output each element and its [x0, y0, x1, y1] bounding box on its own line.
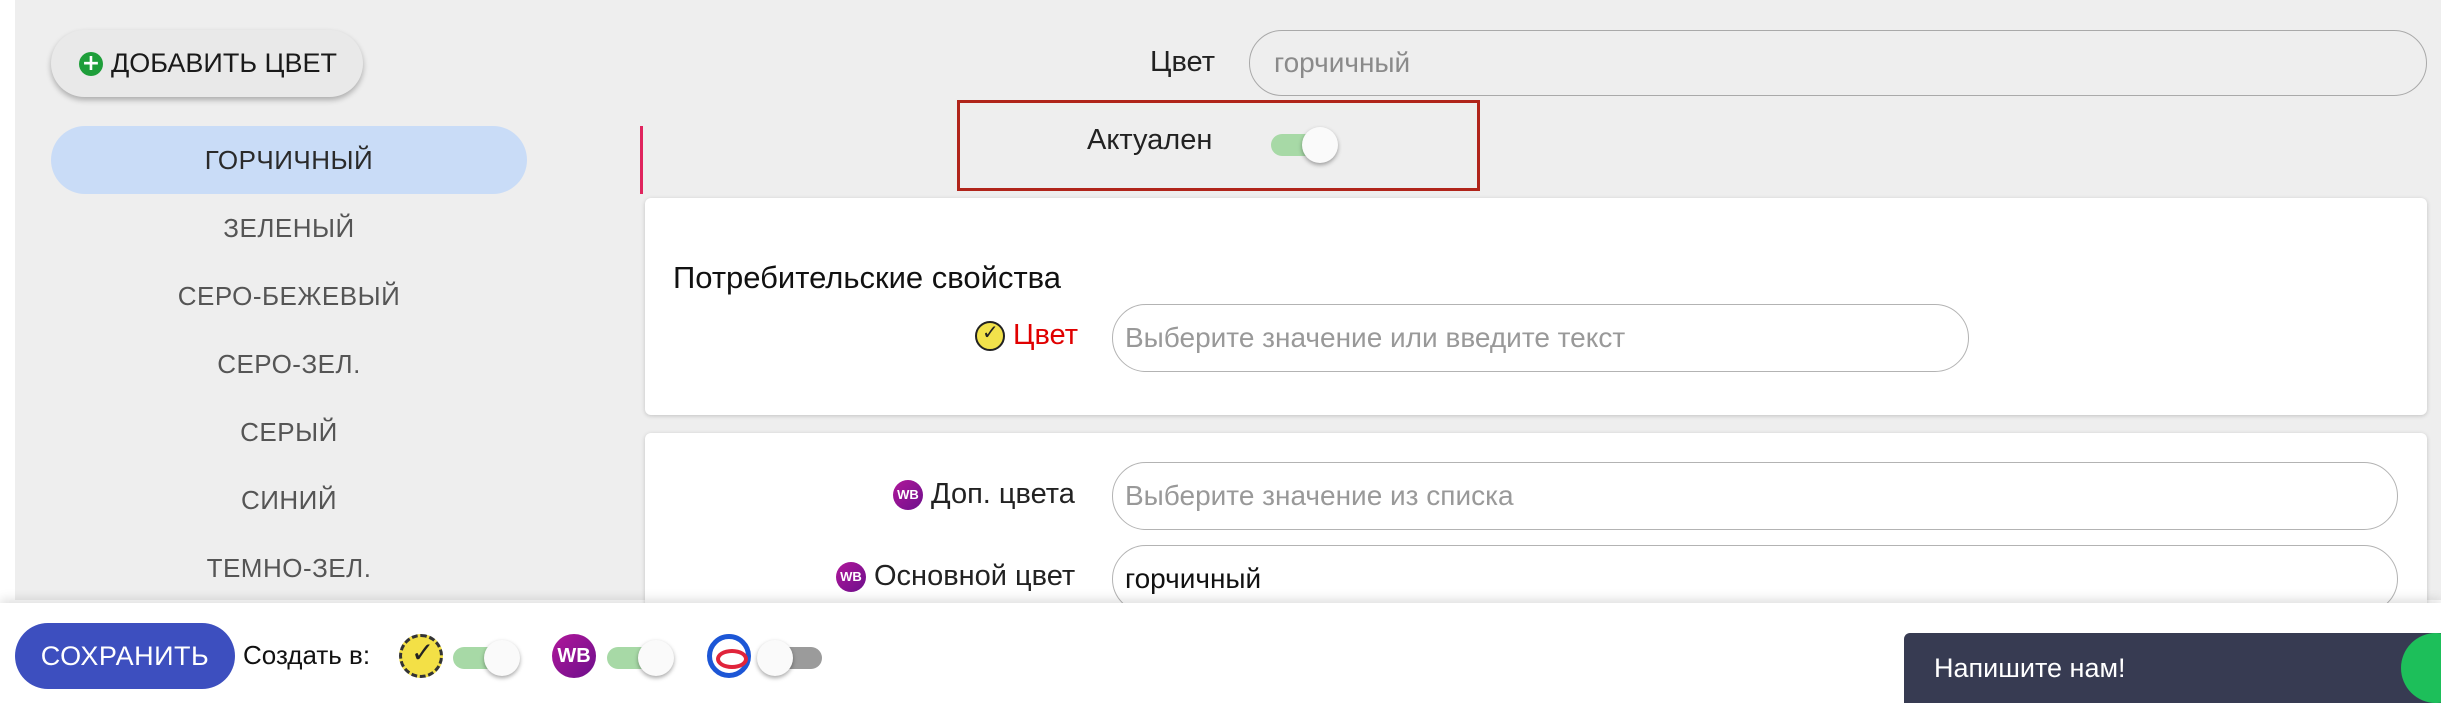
wildberries-icon: WB — [836, 561, 866, 592]
extra-colors-field-label: WB Доп. цвета — [893, 478, 1075, 511]
section-marker — [640, 126, 643, 194]
save-button[interactable]: СОХРАНИТЬ — [15, 623, 235, 689]
chat-leaf-icon — [2401, 633, 2441, 703]
main-color-field-label: WB Основной цвет — [836, 560, 1075, 593]
color-list-item[interactable]: СЕРО-ЗЕЛ. — [51, 330, 527, 398]
chat-widget[interactable]: Напишите нам! — [1904, 633, 2441, 703]
consumer-color-label: Цвет — [1013, 319, 1078, 351]
color-list-item[interactable]: ЗЕЛЕНЫЙ — [51, 194, 527, 262]
main-color-label: Основной цвет — [874, 560, 1076, 592]
color-list-item[interactable]: СЕРЫЙ — [51, 398, 527, 466]
color-list-item[interactable]: ТЕМНО-ЗЕЛ. — [51, 534, 527, 602]
color-list-item[interactable]: ГОРЧИЧНЫЙ — [51, 126, 527, 194]
add-color-button[interactable]: + ДОБАВИТЬ ЦВЕТ — [51, 30, 363, 97]
actual-label: Актуален — [1087, 124, 1213, 156]
chat-label: Напишите нам! — [1934, 653, 2126, 683]
wildberries-icon: WB — [893, 479, 923, 510]
yandex-market-icon — [399, 634, 443, 678]
wildberries-toggle[interactable] — [604, 637, 674, 677]
plus-circle-icon: + — [79, 51, 103, 76]
ozon-toggle[interactable] — [757, 637, 827, 677]
yandex-market-icon — [975, 320, 1005, 351]
consumer-color-field-label: Цвет — [975, 319, 1078, 352]
ozon-icon — [707, 634, 751, 678]
actual-toggle[interactable] — [1268, 124, 1338, 164]
wildberries-icon: WB — [552, 634, 596, 678]
extra-colors-input[interactable]: Выберите значение из списка — [1112, 462, 2398, 530]
color-name-input[interactable]: горчичный — [1249, 30, 2427, 96]
add-color-label: ДОБАВИТЬ ЦВЕТ — [111, 48, 338, 78]
section-title: Потребительские свойства — [673, 260, 1062, 295]
color-list-item[interactable]: СИНИЙ — [51, 466, 527, 534]
color-list-item[interactable]: СЕРО-БЕЖЕВЫЙ — [51, 262, 527, 330]
consumer-color-input[interactable]: Выберите значение или введите текст — [1112, 304, 1969, 372]
actual-highlight-box — [957, 100, 1480, 191]
yandex-market-toggle[interactable] — [450, 637, 520, 677]
color-name-label: Цвет — [1150, 46, 1215, 78]
extra-colors-label: Доп. цвета — [931, 478, 1075, 510]
create-in-label: Создать в: — [243, 640, 371, 670]
color-list: ГОРЧИЧНЫЙ ЗЕЛЕНЫЙ СЕРО-БЕЖЕВЫЙ СЕРО-ЗЕЛ.… — [51, 126, 527, 602]
